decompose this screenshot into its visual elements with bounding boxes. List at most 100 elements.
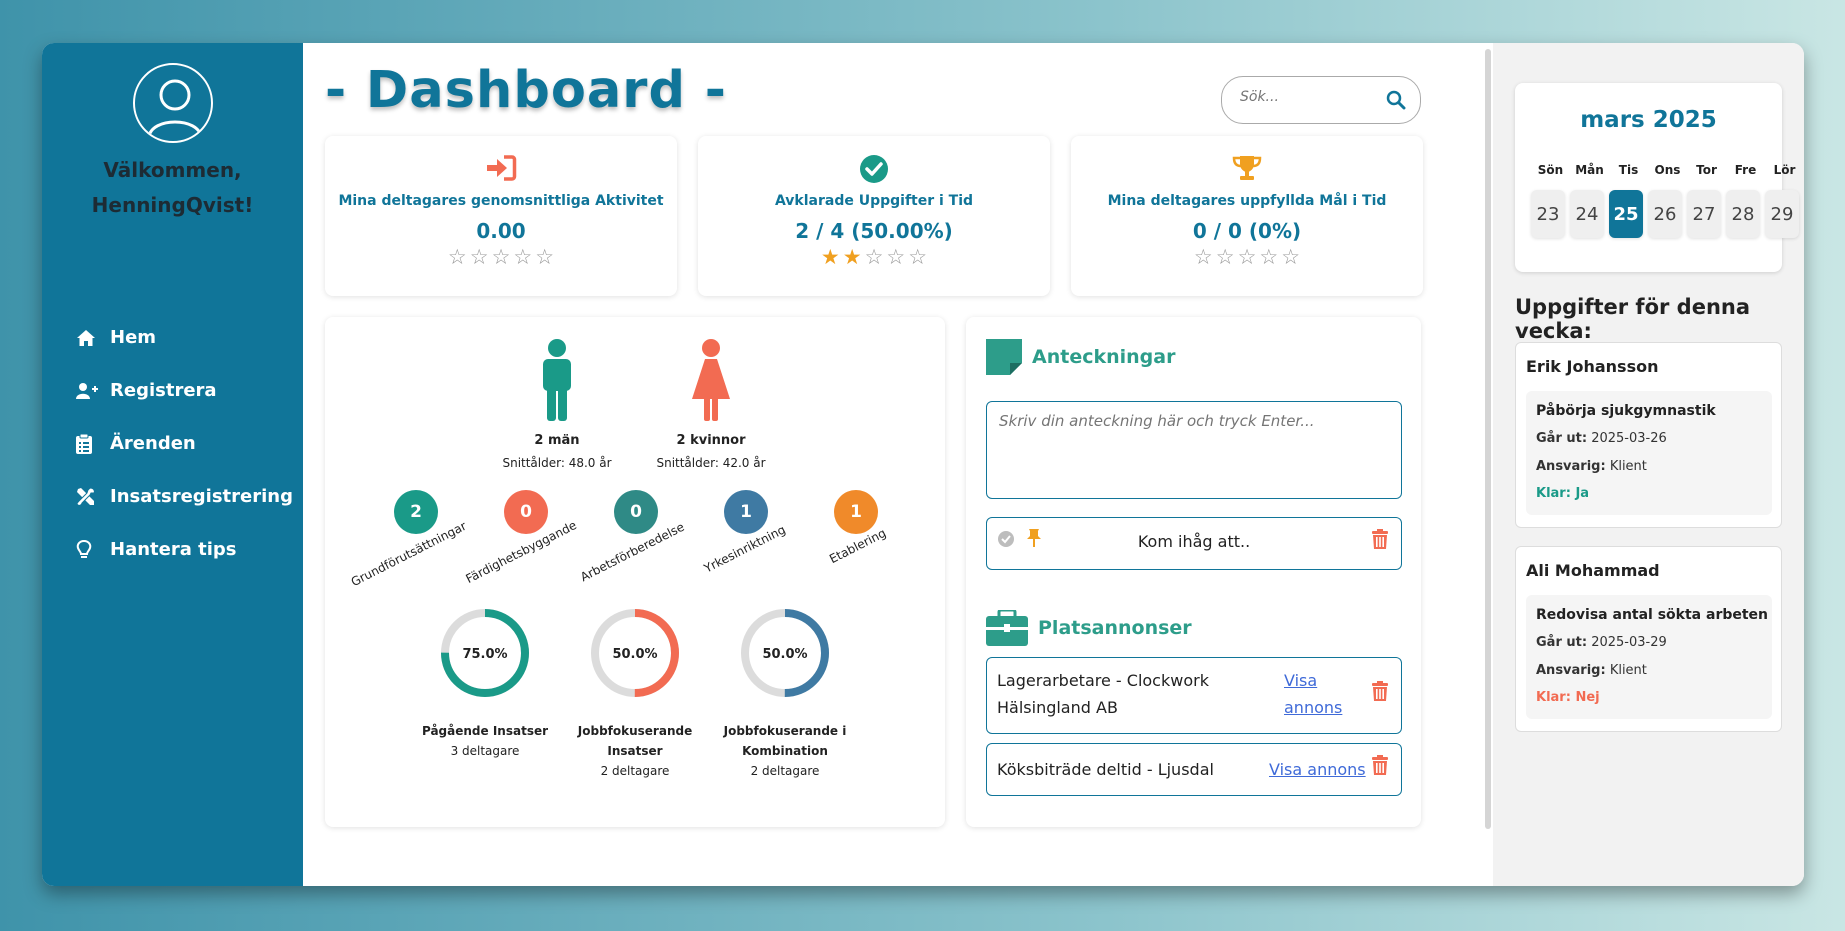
job-item: Köksbiträde deltid - Ljusdal Visa annons bbox=[986, 743, 1402, 796]
donut-percent: 50.0% bbox=[612, 647, 657, 662]
task-responsible: Ansvarig: Klient bbox=[1536, 459, 1647, 474]
sidebar-item-label: Hantera tips bbox=[110, 539, 237, 560]
donut-percent: 75.0% bbox=[462, 647, 507, 662]
app-window: Välkommen, HenningQvist! Hem Registrera bbox=[42, 43, 1804, 886]
weekday-label: Tis bbox=[1618, 163, 1639, 177]
user-avatar-icon[interactable] bbox=[133, 63, 213, 143]
week-tasks-title: Uppgifter för denna vecka: bbox=[1515, 295, 1751, 343]
star-empty-icon: ☆ bbox=[886, 245, 906, 269]
trash-icon[interactable] bbox=[1371, 681, 1389, 701]
task-due: Går ut: 2025-03-26 bbox=[1536, 431, 1667, 446]
star-empty-icon: ☆ bbox=[1281, 245, 1301, 269]
donut-label: Pågående Insatser bbox=[405, 721, 565, 741]
sidebar-item-insatsregistrering[interactable]: Insatsregistrering bbox=[76, 470, 293, 523]
briefcase-icon bbox=[986, 610, 1028, 646]
stat-card-tasks: Avklarade Uppgifter i Tid 2 / 4 (50.00%)… bbox=[698, 136, 1050, 296]
donut-label-line: Insatser bbox=[607, 744, 663, 758]
task-card[interactable]: Erik Johansson Påbörja sjukgymnastik Går… bbox=[1515, 342, 1782, 528]
women-count: 2 kvinnor bbox=[676, 433, 746, 448]
donut-percent: 50.0% bbox=[762, 647, 807, 662]
job-title-line: Hälsingland AB bbox=[997, 698, 1118, 717]
weekday-label: Lör bbox=[1773, 163, 1796, 177]
task-due-date: 2025-03-29 bbox=[1591, 635, 1667, 650]
task-status: Klar: Ja bbox=[1536, 486, 1590, 501]
sidebar-item-hantera-tips[interactable]: Hantera tips bbox=[76, 523, 293, 576]
trash-icon[interactable] bbox=[1371, 755, 1389, 775]
sidebar-nav: Hem Registrera Ärenden Insatsregistrerin… bbox=[76, 311, 293, 576]
star-filled-icon: ★ bbox=[820, 245, 840, 269]
calendar-date[interactable]: 23 bbox=[1531, 190, 1565, 238]
sidebar-item-arenden[interactable]: Ärenden bbox=[76, 417, 293, 470]
category-count-bubble[interactable]: 1 bbox=[834, 490, 878, 534]
star-empty-icon: ☆ bbox=[491, 245, 511, 269]
stat-card-activity: Mina deltagares genomsnittliga Aktivitet… bbox=[325, 136, 677, 296]
view-ad-link[interactable]: Visa annons bbox=[1269, 756, 1366, 783]
search-box[interactable] bbox=[1221, 76, 1421, 124]
donut-label-line: Pågående Insatser bbox=[421, 724, 549, 738]
category-count-bubble[interactable]: 0 bbox=[614, 490, 658, 534]
sidebar-item-registrera[interactable]: Registrera bbox=[76, 364, 293, 417]
donut-chart: 50.0% bbox=[741, 609, 829, 697]
calendar-date[interactable]: 26 bbox=[1648, 190, 1682, 238]
task-resp-label: Ansvarig: bbox=[1536, 663, 1606, 678]
donut-sub: 2 deltagare bbox=[750, 764, 820, 778]
sidebar-item-label: Registrera bbox=[110, 380, 217, 401]
sidebar: Välkommen, HenningQvist! Hem Registrera bbox=[42, 43, 303, 886]
task-due-label: Går ut: bbox=[1536, 635, 1588, 650]
calendar-date-today[interactable]: 25 bbox=[1609, 190, 1643, 238]
sidebar-item-label: Insatsregistrering bbox=[110, 486, 293, 507]
task-card[interactable]: Ali Mohammad Redovisa antal sökta arbete… bbox=[1515, 546, 1782, 732]
task-person: Ali Mohammad bbox=[1526, 561, 1660, 580]
job-title: Köksbiträde deltid - Ljusdal bbox=[997, 760, 1214, 779]
donut-sub: 2 deltagare bbox=[600, 764, 670, 778]
search-input[interactable] bbox=[1240, 89, 1380, 105]
trash-icon[interactable] bbox=[1371, 529, 1389, 549]
stat-label: Avklarade Uppgifter i Tid bbox=[774, 193, 974, 209]
donut-label: Jobbfokuserande i Kombination bbox=[705, 721, 865, 761]
category-count-bubble[interactable]: 2 bbox=[394, 490, 438, 534]
trophy-icon bbox=[1071, 154, 1423, 184]
sidebar-item-hem[interactable]: Hem bbox=[76, 311, 293, 364]
view-ad-link-line[interactable]: annons bbox=[1284, 694, 1342, 721]
stat-card-goals: Mina deltagares uppfyllda Mål i Tid 0 / … bbox=[1071, 136, 1423, 296]
donut-chart: 50.0% bbox=[591, 609, 679, 697]
donut-kombination: 50.0% Jobbfokuserande i Kombination 2 de… bbox=[705, 607, 865, 781]
category-count-bubble[interactable]: 1 bbox=[724, 490, 768, 534]
view-ad-link-line[interactable]: Visa bbox=[1284, 667, 1342, 694]
home-icon bbox=[76, 329, 110, 347]
notes-jobs-panel: Anteckningar Kom ihåg att.. Platsannonse… bbox=[966, 317, 1421, 827]
stat-value: 0 / 0 (0%) bbox=[1192, 219, 1302, 243]
donut-label-line: Jobbfokuserande bbox=[577, 724, 693, 738]
task-resp-value: Klient bbox=[1609, 459, 1647, 474]
search-icon[interactable] bbox=[1386, 90, 1406, 114]
calendar-date[interactable]: 24 bbox=[1570, 190, 1604, 238]
calendar-date[interactable]: 27 bbox=[1687, 190, 1721, 238]
star-empty-icon: ☆ bbox=[1259, 245, 1279, 269]
star-empty-icon: ☆ bbox=[1237, 245, 1257, 269]
star-empty-icon: ☆ bbox=[535, 245, 555, 269]
star-empty-icon: ☆ bbox=[513, 245, 533, 269]
check-circle-icon bbox=[698, 154, 1050, 184]
sidebar-item-label: Hem bbox=[110, 327, 157, 348]
task-status: Klar: Nej bbox=[1536, 690, 1600, 705]
sign-in-icon bbox=[325, 154, 677, 184]
job-item: Lagerarbetare - Clockwork Hälsingland AB… bbox=[986, 657, 1402, 734]
note-text: Kom ihåg att.. bbox=[1137, 532, 1251, 551]
note-input[interactable] bbox=[986, 401, 1402, 499]
donut-jobbfokuserande: 50.0% Jobbfokuserande Insatser 2 deltaga… bbox=[555, 607, 715, 781]
note-item[interactable]: Kom ihåg att.. bbox=[986, 517, 1402, 570]
right-panel: mars 2025 Sön Mån Tis Ons Tor Fre Lör 23… bbox=[1493, 43, 1804, 886]
weekday-label: Tor bbox=[1696, 163, 1717, 177]
welcome-line1: Välkommen, bbox=[103, 158, 242, 182]
calendar-date[interactable]: 29 bbox=[1765, 190, 1799, 238]
task-due: Går ut: 2025-03-29 bbox=[1536, 635, 1667, 650]
main-scrollbar[interactable] bbox=[1485, 49, 1491, 829]
sticky-note-icon bbox=[986, 339, 1022, 375]
women-stat: 2 kvinnor Snittålder: 42.0 år bbox=[641, 339, 781, 470]
view-ad-link[interactable]: Visa annons bbox=[1284, 667, 1342, 721]
calendar-weekdays: Sön Mån Tis Ons Tor Fre Lör bbox=[1531, 163, 1804, 177]
star-rating: ★ ★ ☆ ☆ ☆ bbox=[698, 246, 1050, 268]
calendar-date[interactable]: 28 bbox=[1726, 190, 1760, 238]
category-count-bubble[interactable]: 0 bbox=[504, 490, 548, 534]
task-person: Erik Johansson bbox=[1526, 357, 1659, 376]
